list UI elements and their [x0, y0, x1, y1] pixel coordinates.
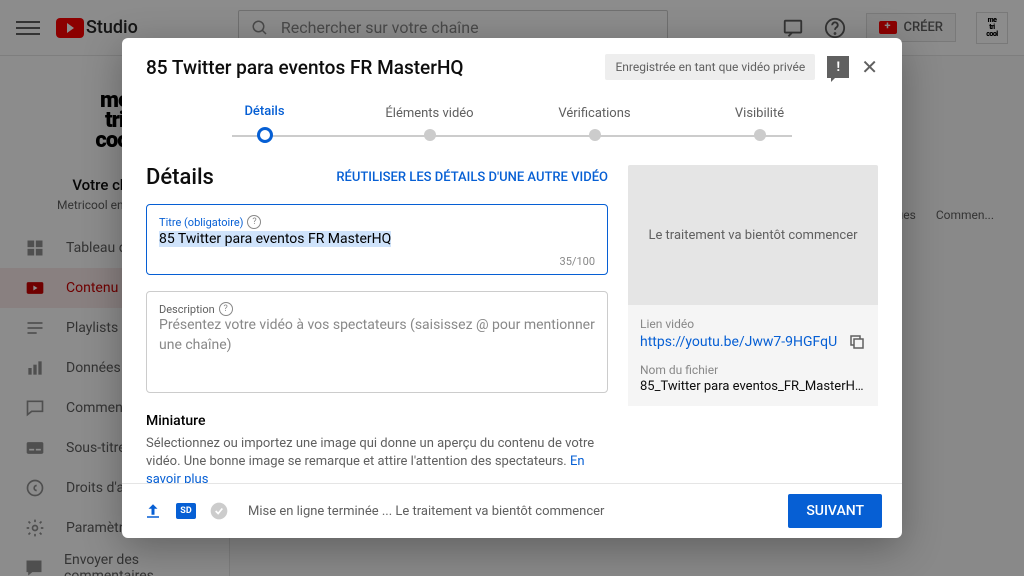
modal-overlay: 85 Twitter para eventos FR MasterHQ Enre… [0, 0, 1024, 576]
description-field[interactable]: Description? Présentez votre vidéo à vos… [146, 291, 608, 393]
stepper: Détails Éléments vidéo Vérifications Vis… [122, 96, 902, 157]
upload-icon[interactable] [142, 500, 164, 522]
thumbnail-title: Miniature [146, 413, 608, 429]
modal-header: 85 Twitter para eventos FR MasterHQ Enre… [122, 38, 902, 96]
section-title: Détails [146, 165, 214, 190]
privacy-badge: Enregistrée en tant que vidéo privée [605, 54, 815, 80]
help-icon[interactable]: ? [247, 215, 261, 229]
help-icon[interactable]: ? [219, 302, 233, 316]
modal-body: Détails RÉUTILISER LES DÉTAILS D'UNE AUT… [122, 157, 902, 483]
upload-modal: 85 Twitter para eventos FR MasterHQ Enre… [122, 38, 902, 538]
description-placeholder: Présentez votre vidéo à vos spectateurs … [159, 316, 595, 386]
thumbnail-desc: Sélectionnez ou importez une image qui d… [146, 435, 608, 483]
modal-footer: SD Mise en ligne terminée ... Le traitem… [122, 483, 902, 538]
video-preview: Le traitement va bientôt commencer [628, 165, 878, 305]
title-input-value[interactable]: 85 Twitter para eventos FR MasterHQ [159, 231, 391, 247]
reuse-button[interactable]: RÉUTILISER LES DÉTAILS D'UNE AUTRE VIDÉO [336, 170, 608, 185]
copy-icon[interactable] [848, 333, 866, 351]
modal-title: 85 Twitter para eventos FR MasterHQ [146, 56, 593, 79]
step-details[interactable]: Détails [182, 104, 347, 143]
preview-info: Lien vidéo https://youtu.be/Jww7-9HGFqU … [628, 305, 878, 406]
sd-badge: SD [176, 503, 196, 519]
check-icon [208, 500, 230, 522]
file-name: 85_Twitter para eventos_FR_MasterHQ... [640, 379, 866, 394]
video-link[interactable]: https://youtu.be/Jww7-9HGFqU [640, 334, 837, 350]
upload-status: Mise en ligne terminée ... Le traitement… [248, 504, 776, 519]
close-icon[interactable]: ✕ [861, 55, 878, 79]
title-counter: 35/100 [159, 255, 595, 268]
title-field[interactable]: Titre (obligatoire)? 85 Twitter para eve… [146, 204, 608, 275]
next-button[interactable]: SUIVANT [788, 494, 882, 528]
feedback-button[interactable]: ! [827, 56, 849, 78]
